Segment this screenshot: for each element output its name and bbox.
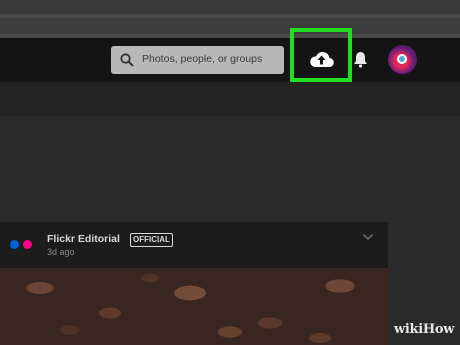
post-photo[interactable] xyxy=(0,268,388,345)
sub-navigation xyxy=(0,82,460,116)
search-icon xyxy=(120,53,134,67)
user-avatar[interactable] xyxy=(388,45,417,74)
official-badge: OFFICIAL xyxy=(130,233,173,247)
browser-address-bar[interactable] xyxy=(0,14,460,38)
post-author[interactable]: Flickr Editorial xyxy=(47,233,120,245)
cloud-upload-icon[interactable] xyxy=(309,49,334,68)
browser-titlebar xyxy=(0,0,460,14)
search-box[interactable]: Photos, people, or groups xyxy=(111,46,284,74)
wikihow-watermark: wikiHow xyxy=(394,322,455,337)
post-time: 3d ago xyxy=(47,247,75,257)
bell-icon[interactable] xyxy=(353,51,368,68)
search-placeholder: Photos, people, or groups xyxy=(142,53,263,65)
chevron-down-icon[interactable] xyxy=(362,233,374,241)
flickr-logo-icon xyxy=(10,240,36,250)
